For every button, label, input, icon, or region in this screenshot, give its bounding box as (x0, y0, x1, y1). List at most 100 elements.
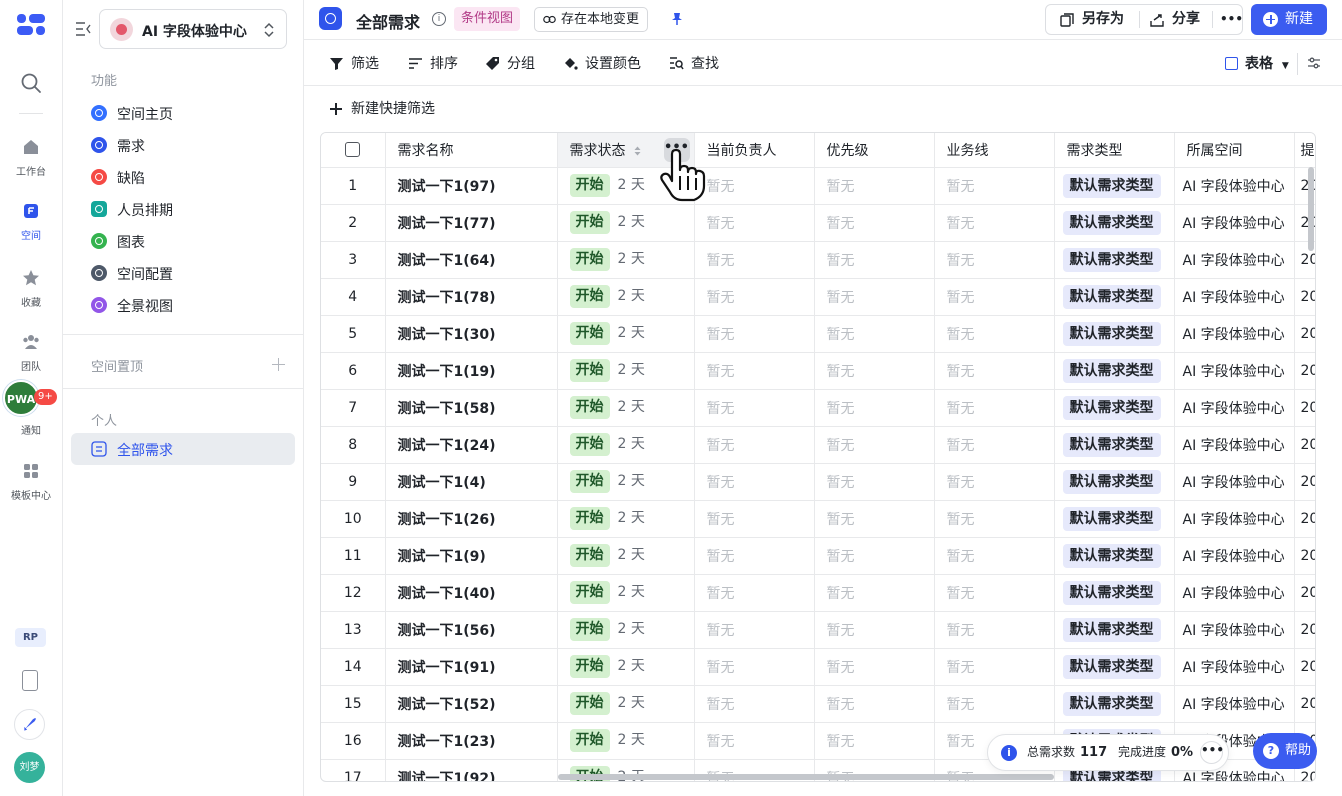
table-row[interactable]: 14 测试一下1(91) 开始 2 天 暂无 暂无 暂无 默认需求类型 AI 字段… (321, 648, 1315, 686)
priority-cell[interactable]: 暂无 (814, 500, 935, 538)
table-row[interactable]: 6 测试一下1(19) 开始 2 天 暂无 暂无 暂无 默认需求类型 AI 字段体… (321, 352, 1315, 390)
extra-cell[interactable]: 20 (1294, 500, 1315, 538)
sidebar-item-requirements[interactable]: 需求 (71, 129, 295, 161)
type-cell[interactable]: 默认需求类型 (1054, 537, 1175, 575)
rp-badge[interactable]: RP (15, 628, 46, 647)
requirement-name[interactable]: 测试一下1(97) (385, 167, 558, 205)
view-mode-selector[interactable]: 表格 ▼ (1225, 54, 1289, 76)
status-badge[interactable]: 开始 (569, 729, 610, 752)
status-cell[interactable]: 开始 2 天 (557, 574, 695, 612)
owner-cell[interactable]: 暂无 (694, 500, 815, 538)
business-line-cell[interactable]: 暂无 (934, 537, 1055, 575)
owner-cell[interactable]: 暂无 (694, 722, 815, 760)
column-header-business-line[interactable]: 业务线 (934, 133, 1055, 168)
extra-cell[interactable]: 20 (1294, 611, 1315, 649)
extra-cell[interactable]: 20 (1294, 352, 1315, 390)
type-cell[interactable]: 默认需求类型 (1054, 426, 1175, 464)
save-as-button[interactable]: 另存为 (1060, 5, 1124, 34)
table-row[interactable]: 7 测试一下1(58) 开始 2 天 暂无 暂无 暂无 默认需求类型 AI 字段体… (321, 389, 1315, 427)
status-badge[interactable]: 开始 (569, 581, 610, 604)
status-badge[interactable]: 开始 (569, 322, 610, 345)
status-cell[interactable]: 开始 2 天 (557, 648, 695, 686)
type-cell[interactable]: 默认需求类型 (1054, 611, 1175, 649)
business-line-cell[interactable]: 暂无 (934, 685, 1055, 723)
requirement-name[interactable]: 测试一下1(24) (385, 426, 558, 464)
more-actions-button[interactable]: ••• (1220, 5, 1243, 34)
status-badge[interactable]: 开始 (569, 174, 610, 197)
requirement-name[interactable]: 测试一下1(58) (385, 389, 558, 427)
rail-item-team[interactable]: 团队 (0, 332, 62, 373)
extra-cell[interactable]: 20 (1294, 685, 1315, 723)
requirement-name[interactable]: 测试一下1(52) (385, 685, 558, 723)
owner-cell[interactable]: 暂无 (694, 278, 815, 316)
select-all-cell[interactable] (321, 133, 386, 168)
priority-cell[interactable]: 暂无 (814, 648, 935, 686)
priority-cell[interactable]: 暂无 (814, 278, 935, 316)
horizontal-scrollbar[interactable] (558, 774, 1054, 780)
sort-arrows-icon[interactable] (634, 146, 641, 156)
status-badge[interactable]: 开始 (569, 692, 610, 715)
table-row[interactable]: 2 测试一下1(77) 开始 2 天 暂无 暂无 暂无 默认需求类型 AI 字段体… (321, 204, 1315, 242)
requirement-name[interactable]: 测试一下1(23) (385, 722, 558, 760)
table-row[interactable]: 4 测试一下1(78) 开始 2 天 暂无 暂无 暂无 默认需求类型 AI 字段体… (321, 278, 1315, 316)
requirement-name[interactable]: 测试一下1(4) (385, 463, 558, 501)
table-row[interactable]: 11 测试一下1(9) 开始 2 天 暂无 暂无 暂无 默认需求类型 AI 字段体… (321, 537, 1315, 575)
status-badge[interactable]: 开始 (569, 544, 610, 567)
extra-cell[interactable]: 20 (1294, 463, 1315, 501)
table-row[interactable]: 8 测试一下1(24) 开始 2 天 暂无 暂无 暂无 默认需求类型 AI 字段体… (321, 426, 1315, 464)
mobile-icon[interactable] (22, 670, 38, 691)
filter-button[interactable]: 筛选 (329, 54, 379, 74)
status-badge[interactable]: 开始 (569, 285, 610, 308)
space-cell[interactable]: AI 字段体验中心 (1174, 463, 1295, 501)
status-cell[interactable]: 开始 2 天 (557, 278, 695, 316)
business-line-cell[interactable]: 暂无 (934, 463, 1055, 501)
extra-cell[interactable]: 20 (1294, 648, 1315, 686)
business-line-cell[interactable]: 暂无 (934, 278, 1055, 316)
business-line-cell[interactable]: 暂无 (934, 315, 1055, 353)
space-cell[interactable]: AI 字段体验中心 (1174, 500, 1295, 538)
status-cell[interactable]: 开始 2 天 (557, 315, 695, 353)
column-header-priority[interactable]: 优先级 (814, 133, 935, 168)
priority-cell[interactable]: 暂无 (814, 722, 935, 760)
status-cell[interactable]: 开始 2 天 (557, 204, 695, 242)
status-badge[interactable]: 开始 (569, 507, 610, 530)
rail-item-workbench[interactable]: 工作台 (0, 137, 62, 178)
space-cell[interactable]: AI 字段体验中心 (1174, 685, 1295, 723)
save-local-changes-button[interactable]: 存在本地变更 (534, 7, 649, 32)
business-line-cell[interactable]: 暂无 (934, 241, 1055, 279)
status-badge[interactable]: 开始 (569, 655, 610, 678)
type-cell[interactable]: 默认需求类型 (1054, 463, 1175, 501)
business-line-cell[interactable]: 暂无 (934, 574, 1055, 612)
type-cell[interactable]: 默认需求类型 (1054, 278, 1175, 316)
owner-cell[interactable]: 暂无 (694, 204, 815, 242)
owner-cell[interactable]: 暂无 (694, 574, 815, 612)
type-cell[interactable]: 默认需求类型 (1054, 167, 1175, 205)
status-cell[interactable]: 开始 2 天 (557, 685, 695, 723)
owner-cell[interactable]: 暂无 (694, 167, 815, 205)
priority-cell[interactable]: 暂无 (814, 537, 935, 575)
requirement-name[interactable]: 测试一下1(40) (385, 574, 558, 612)
status-badge[interactable]: 开始 (569, 470, 610, 493)
vertical-scrollbar[interactable] (1308, 167, 1314, 251)
status-cell[interactable]: 开始 2 天 (557, 352, 695, 390)
space-cell[interactable]: AI 字段体验中心 (1174, 611, 1295, 649)
set-color-button[interactable]: 设置颜色 (563, 54, 641, 74)
requirement-name[interactable]: 测试一下1(56) (385, 611, 558, 649)
group-button[interactable]: 分组 (485, 54, 535, 74)
pin-icon[interactable] (671, 12, 683, 26)
requirement-name[interactable]: 测试一下1(64) (385, 241, 558, 279)
owner-cell[interactable]: 暂无 (694, 426, 815, 464)
type-cell[interactable]: 默认需求类型 (1054, 315, 1175, 353)
owner-cell[interactable]: 暂无 (694, 648, 815, 686)
space-cell[interactable]: AI 字段体验中心 (1174, 389, 1295, 427)
type-cell[interactable]: 默认需求类型 (1054, 574, 1175, 612)
extra-cell[interactable]: 20 (1294, 537, 1315, 575)
priority-cell[interactable]: 暂无 (814, 167, 935, 205)
business-line-cell[interactable]: 暂无 (934, 648, 1055, 686)
user-avatar[interactable]: 刘梦 (14, 752, 45, 783)
table-row[interactable]: 15 测试一下1(52) 开始 2 天 暂无 暂无 暂无 默认需求类型 AI 字段… (321, 685, 1315, 723)
view-type-tag[interactable]: 条件视图 (454, 7, 521, 31)
column-header-owner[interactable]: 当前负责人 (694, 133, 815, 168)
type-cell[interactable]: 默认需求类型 (1054, 241, 1175, 279)
owner-cell[interactable]: 暂无 (694, 611, 815, 649)
